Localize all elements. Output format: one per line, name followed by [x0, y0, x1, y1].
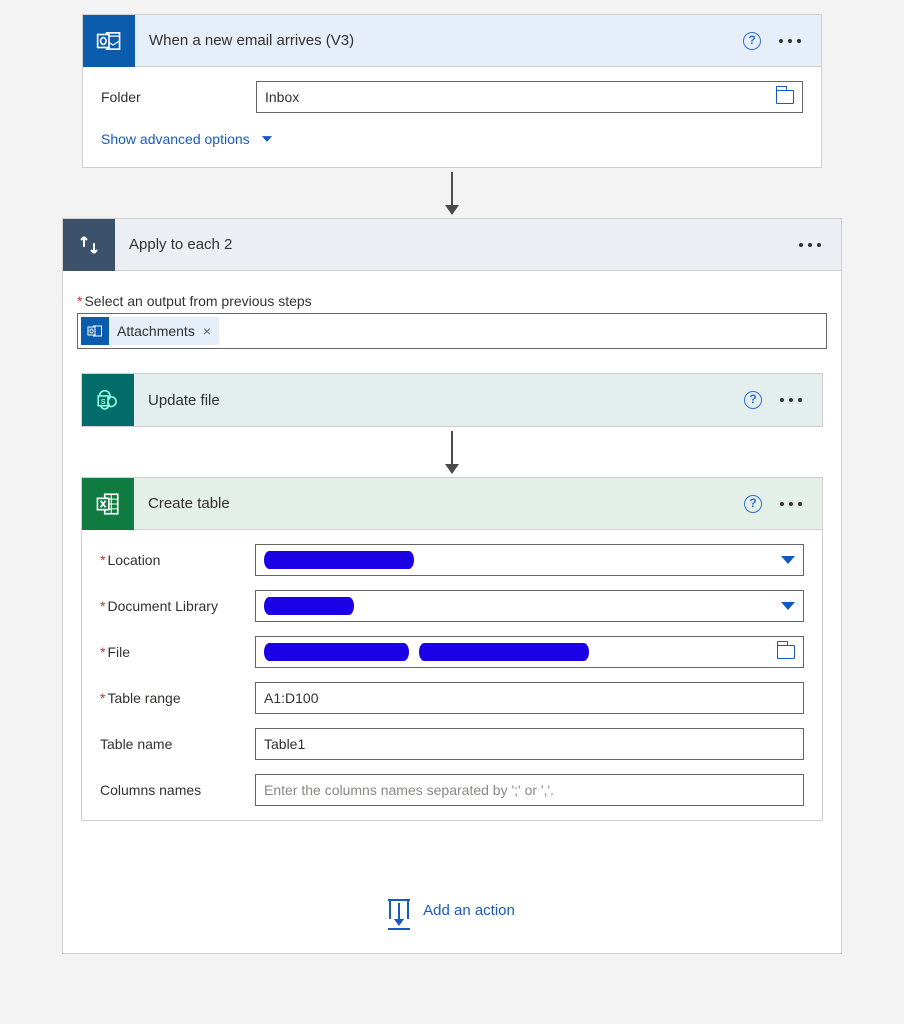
more-icon[interactable] — [779, 39, 801, 43]
chevron-down-icon — [262, 136, 272, 142]
token-label: Attachments — [117, 323, 195, 339]
trigger-header[interactable]: When a new email arrives (V3) ? — [83, 15, 821, 67]
sharepoint-icon: S — [82, 374, 134, 426]
outlook-icon — [81, 317, 109, 345]
tname-label: Table name — [100, 736, 255, 752]
add-action-button[interactable]: Add an action — [77, 901, 827, 919]
more-icon[interactable] — [780, 398, 802, 402]
add-action-icon — [389, 901, 409, 919]
create-table-header[interactable]: Create table ? — [82, 478, 822, 530]
loop-icon — [63, 219, 115, 271]
file-input[interactable] — [255, 636, 804, 668]
location-row: Location — [100, 544, 804, 576]
file-row: File — [100, 636, 804, 668]
chevron-down-icon[interactable] — [781, 602, 795, 610]
more-icon[interactable] — [780, 502, 802, 506]
location-input[interactable] — [255, 544, 804, 576]
update-file-title: Update file — [134, 392, 744, 409]
create-table-title: Create table — [134, 495, 744, 512]
folder-picker-icon[interactable] — [776, 90, 794, 104]
help-icon[interactable]: ? — [743, 32, 761, 50]
select-output-input[interactable]: Attachments × — [77, 313, 827, 349]
chevron-down-icon[interactable] — [781, 556, 795, 564]
add-action-label: Add an action — [423, 902, 515, 919]
folder-input[interactable]: Inbox — [256, 81, 803, 113]
apply-to-each-card: Apply to each 2 *Select an output from p… — [62, 218, 842, 954]
more-icon[interactable] — [799, 243, 821, 247]
help-icon[interactable]: ? — [744, 391, 762, 409]
tname-row: Table name Table1 — [100, 728, 804, 760]
connector-arrow — [0, 168, 904, 218]
excel-icon — [82, 478, 134, 530]
select-output-label: *Select an output from previous steps — [77, 293, 827, 309]
outlook-icon — [83, 15, 135, 67]
show-advanced-link[interactable]: Show advanced options — [101, 127, 803, 153]
doclib-row: Document Library — [100, 590, 804, 622]
range-label: Table range — [100, 690, 255, 706]
apply-to-each-title: Apply to each 2 — [115, 236, 799, 253]
folder-picker-icon[interactable] — [777, 645, 795, 659]
tname-input[interactable]: Table1 — [255, 728, 804, 760]
cols-row: Columns names Enter the columns names se… — [100, 774, 804, 806]
trigger-title: When a new email arrives (V3) — [135, 32, 743, 49]
trigger-card: When a new email arrives (V3) ? Folder I… — [82, 14, 822, 168]
help-icon[interactable]: ? — [744, 495, 762, 513]
attachments-token[interactable]: Attachments × — [81, 317, 219, 345]
update-file-header[interactable]: S Update file ? — [82, 374, 822, 426]
range-row: Table range A1:D100 — [100, 682, 804, 714]
update-file-card: S Update file ? — [81, 373, 823, 427]
range-input[interactable]: A1:D100 — [255, 682, 804, 714]
folder-label: Folder — [101, 89, 256, 105]
folder-value: Inbox — [265, 89, 299, 105]
folder-row: Folder Inbox — [101, 81, 803, 113]
cols-label: Columns names — [100, 782, 255, 798]
doclib-input[interactable] — [255, 590, 804, 622]
create-table-card: Create table ? Location — [81, 477, 823, 821]
svg-text:S: S — [101, 397, 106, 406]
cols-input[interactable]: Enter the columns names separated by ';'… — [255, 774, 804, 806]
connector-arrow — [77, 427, 827, 477]
remove-token-icon[interactable]: × — [203, 323, 211, 339]
apply-to-each-header[interactable]: Apply to each 2 — [63, 219, 841, 271]
location-label: Location — [100, 552, 255, 568]
file-label: File — [100, 644, 255, 660]
doclib-label: Document Library — [100, 598, 255, 614]
